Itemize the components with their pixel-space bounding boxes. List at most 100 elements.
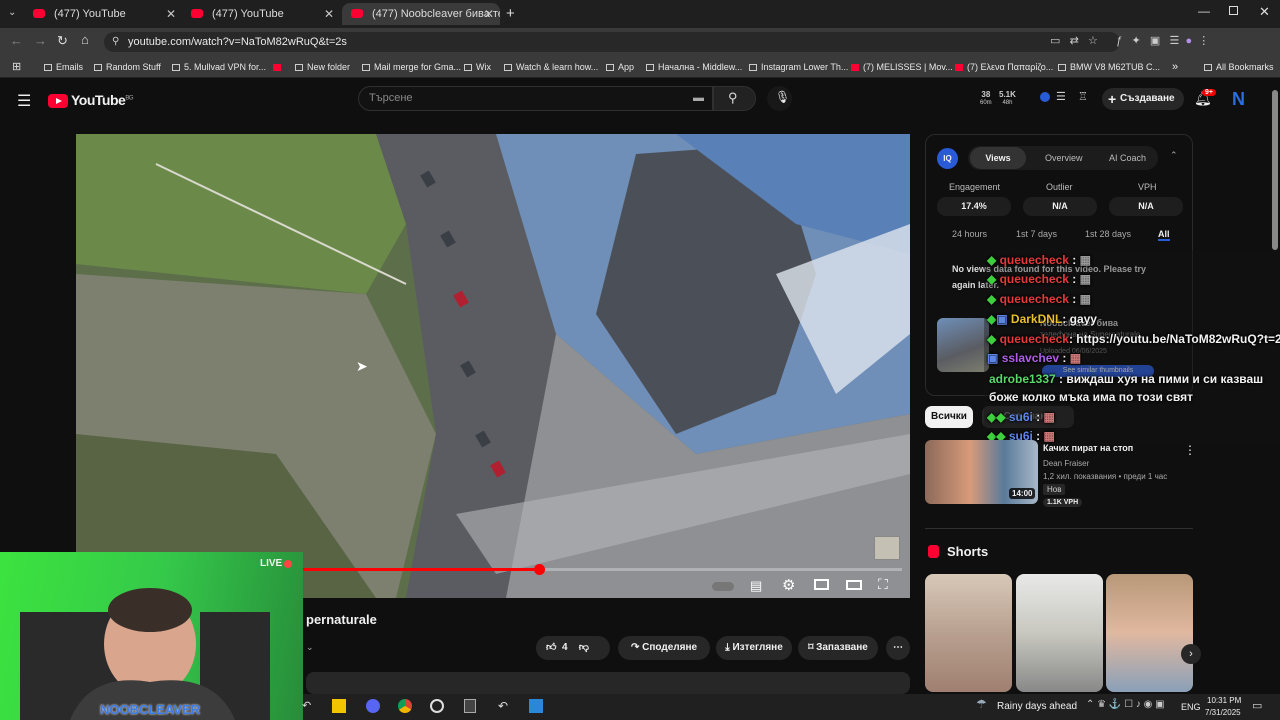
tab-views[interactable]: Views xyxy=(970,147,1026,169)
tray-icons[interactable]: ⌃ ♛ ⚓ ☐ ♪ ◉ ▣ xyxy=(1086,699,1165,710)
page-scrollbar[interactable] xyxy=(1272,86,1278,690)
close-icon[interactable]: ✕ xyxy=(484,3,494,25)
keyboard-icon[interactable]: ▬ xyxy=(693,87,704,110)
like-button[interactable]: 👍︎ 4 👎︎ xyxy=(536,636,610,660)
side-panel-icon[interactable]: ☰ xyxy=(1169,35,1179,47)
trophy-icon[interactable]: ♖ xyxy=(1078,90,1088,103)
browser-tab[interactable]: (477) YouTube ✕ xyxy=(24,3,182,25)
browser-tab-active[interactable]: (477) Noobcleaver бива те ✕ xyxy=(342,3,500,25)
bookmark-star-icon[interactable]: ☆ xyxy=(1088,35,1098,47)
apps-icon[interactable]: ⊞ xyxy=(12,60,21,73)
list-icon[interactable]: ☰ xyxy=(1056,90,1066,103)
taskbar-app-icon[interactable]: ↶ xyxy=(498,699,508,713)
taskbar-app-icon[interactable] xyxy=(430,699,444,713)
chevron-down-icon[interactable]: ⌄ xyxy=(306,642,314,653)
bookmark-item[interactable]: (7) MELISSES | Mov... xyxy=(851,56,953,78)
clock-time[interactable]: 10:31 PM xyxy=(1207,696,1241,705)
range-7d[interactable]: 1st 7 days xyxy=(1016,229,1057,239)
filter-chip-all[interactable]: Всички xyxy=(925,406,973,428)
theater-mode-icon[interactable] xyxy=(846,580,862,590)
bookmark-item[interactable]: Watch & learn how... xyxy=(504,56,598,78)
chrome-icon[interactable] xyxy=(398,699,412,713)
shorts-next-button[interactable]: › xyxy=(1181,644,1201,664)
scrollbar-thumb[interactable] xyxy=(1272,90,1278,250)
more-options-icon[interactable]: ⋮ xyxy=(1184,443,1196,457)
reload-icon[interactable]: ↻ xyxy=(57,33,68,49)
short-thumbnail[interactable] xyxy=(1106,574,1193,692)
close-icon[interactable]: ✕ xyxy=(324,3,334,25)
close-icon[interactable]: ✕ xyxy=(166,3,176,25)
extension-icon[interactable]: ƒ xyxy=(1116,35,1122,47)
stats-widget[interactable]: 38 60m 5.1K 48h xyxy=(976,88,1046,110)
bookmark-item[interactable] xyxy=(273,56,285,78)
file-explorer-icon[interactable] xyxy=(332,699,346,713)
menu-icon[interactable]: ⋮ xyxy=(1198,35,1209,47)
notification-center-icon[interactable]: ▭ xyxy=(1252,699,1262,712)
range-24h[interactable]: 24 hours xyxy=(952,229,987,239)
collapse-icon[interactable]: ⌃ xyxy=(1170,150,1178,161)
extension-icon[interactable] xyxy=(1040,92,1050,102)
video-player[interactable]: ▤ ⚙ ⛶ xyxy=(76,134,910,598)
more-actions-button[interactable]: ⋯ xyxy=(886,636,910,660)
tab-search-icon[interactable]: ⌄ xyxy=(8,7,16,18)
tab-ai-coach[interactable]: AI Coach xyxy=(1109,153,1146,163)
miniplayer-icon[interactable] xyxy=(814,579,829,590)
new-tab-icon[interactable]: + xyxy=(506,5,515,22)
tab-overview[interactable]: Overview xyxy=(1045,153,1083,163)
bookmark-item[interactable]: Wix xyxy=(464,56,491,78)
bookmark-item[interactable]: App xyxy=(606,56,634,78)
fullscreen-icon[interactable]: ⛶ xyxy=(878,576,888,593)
bookmark-item[interactable]: (7) Ελενα Παπαρίζο... xyxy=(955,56,1053,78)
taskbar-app-icon[interactable]: ↶ xyxy=(302,699,311,712)
recommended-title[interactable]: Качих пират на стоп xyxy=(1043,443,1133,453)
settings-gear-icon[interactable]: ⚙ xyxy=(782,576,795,594)
calculator-icon[interactable] xyxy=(464,699,476,713)
panel-thumbnail[interactable] xyxy=(937,318,989,372)
profile-icon[interactable]: ● xyxy=(1185,35,1192,47)
bookmark-item[interactable]: Начална - Middlew... xyxy=(646,56,742,78)
translate-icon[interactable]: ⇄ xyxy=(1070,35,1079,47)
clock-date[interactable]: 7/31/2025 xyxy=(1205,708,1241,717)
all-bookmarks[interactable]: All Bookmarks xyxy=(1204,56,1274,78)
hamburger-menu-icon[interactable]: ☰ xyxy=(17,91,31,111)
bookmark-item[interactable]: 5. Mullvad VPN for... xyxy=(172,56,266,78)
channel-watermark-icon[interactable] xyxy=(874,536,900,560)
back-icon[interactable]: ← xyxy=(10,33,23,48)
search-input[interactable]: Търсене ▬ xyxy=(358,86,713,111)
create-button[interactable]: + Създаване xyxy=(1102,88,1184,110)
range-28d[interactable]: 1st 28 days xyxy=(1085,229,1131,239)
voice-search-button[interactable]: 🎙 xyxy=(767,86,792,111)
save-button[interactable]: ⌑ Запазване xyxy=(798,636,878,660)
download-button[interactable]: ⤓ Изтегляне xyxy=(716,636,792,660)
discord-icon[interactable] xyxy=(366,699,380,713)
bookmark-item[interactable]: New folder xyxy=(295,56,350,78)
avatar[interactable]: N xyxy=(1232,89,1245,110)
video-progress-scrubber[interactable] xyxy=(533,564,545,575)
home-icon[interactable]: ⌂ xyxy=(81,32,89,47)
cast-icon[interactable]: ▭ xyxy=(1050,35,1060,47)
youtube-logo[interactable]: YouTubeBG xyxy=(48,92,133,109)
recommended-channel[interactable]: Dean Fraiser xyxy=(1043,459,1089,468)
extension-icon[interactable]: ✦ xyxy=(1131,35,1140,47)
bookmark-item[interactable]: BMW V8 M62TUB C... xyxy=(1058,56,1160,78)
puzzle-icon[interactable]: ▣ xyxy=(1150,35,1160,47)
description-box[interactable] xyxy=(306,672,910,694)
search-button[interactable]: ⚲ xyxy=(713,86,756,111)
taskbar-app-icon[interactable] xyxy=(529,699,543,713)
range-all[interactable]: All xyxy=(1158,229,1170,241)
bookmark-item[interactable]: Instagram Lower Th... xyxy=(749,56,848,78)
short-thumbnail[interactable] xyxy=(1016,574,1103,692)
bookmark-item[interactable]: Mail merge for Gma... xyxy=(362,56,461,78)
language-indicator[interactable]: ENG xyxy=(1181,702,1201,712)
bookmark-item[interactable]: Emails xyxy=(44,56,83,78)
close-window-icon[interactable]: ✕ xyxy=(1259,4,1270,20)
share-button[interactable]: ↷ Споделяне xyxy=(618,636,710,660)
address-input[interactable]: ⚲ youtube.com/watch?v=NaToM82wRuQ&t=2s xyxy=(104,32,1120,52)
browser-tab[interactable]: (477) YouTube ✕ xyxy=(182,3,340,25)
autoplay-toggle[interactable] xyxy=(712,582,734,591)
bookmarks-overflow-icon[interactable]: » xyxy=(1172,56,1178,78)
bookmark-item[interactable]: Random Stuff xyxy=(94,56,161,78)
site-info-icon[interactable]: ⚲ xyxy=(112,32,119,52)
weather-text[interactable]: Rainy days ahead xyxy=(997,701,1077,712)
short-thumbnail[interactable] xyxy=(925,574,1012,692)
